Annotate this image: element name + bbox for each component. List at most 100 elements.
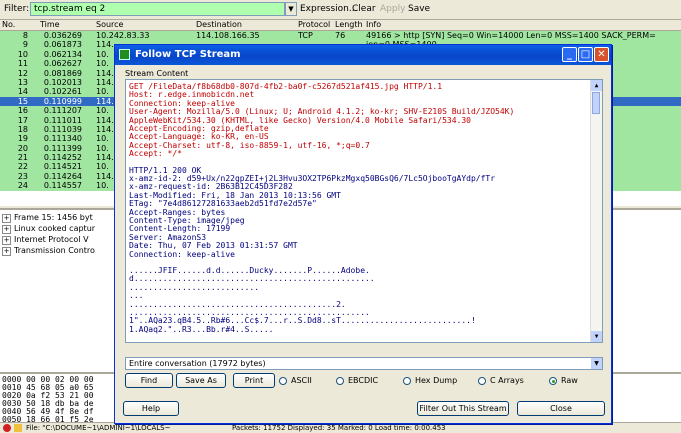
detail-row[interactable]: + Linux cooked captur: [2, 224, 95, 234]
maximize-button[interactable]: □: [578, 47, 593, 62]
packet-cell-no: 21: [17, 153, 28, 163]
packet-cell-time: 0.114521: [43, 162, 82, 172]
expert-info-icon[interactable]: [14, 424, 22, 432]
radio-hex-dump-dot[interactable]: [403, 376, 411, 385]
chevron-down-icon[interactable]: ▼: [591, 358, 602, 369]
packet-cell-time: 0.111207: [43, 106, 82, 116]
minimize-button[interactable]: _: [562, 47, 577, 62]
packet-cell-source: 10.: [96, 59, 109, 69]
save-filter-button[interactable]: Save: [408, 4, 430, 14]
packet-cell-source: 10.: [96, 87, 109, 97]
packet-cell-source: 114.: [96, 124, 114, 134]
radio-ebcdic-dot[interactable]: [336, 376, 344, 385]
col-time[interactable]: Time: [40, 20, 60, 29]
detail-row[interactable]: + Transmission Contro: [2, 246, 95, 256]
stream-line: ...........................: [129, 282, 260, 292]
radio-c-arrays-dot[interactable]: [478, 376, 486, 385]
stream-content-text[interactable]: GET /FileData/f8b68db0-807d-4fb2-ba0f-c5…: [125, 79, 603, 343]
filter-label: Filter:: [4, 4, 30, 14]
dialog-titlebar[interactable]: Follow TCP Stream _ □ ✕: [115, 45, 611, 65]
record-status-icon[interactable]: [3, 424, 11, 432]
packet-cell-no: 8: [22, 31, 28, 40]
stream-content-label: Stream Content: [125, 69, 189, 78]
packet-cell-time: 0.062134: [43, 49, 82, 59]
col-source[interactable]: Source: [96, 20, 123, 29]
col-info[interactable]: Info: [366, 20, 381, 29]
packet-cell-source: 10.: [96, 162, 109, 172]
packet-cell-time: 0.111340: [43, 134, 82, 144]
find-button[interactable]: Find: [125, 373, 173, 388]
packet-cell-source: 114.: [96, 153, 114, 163]
wireshark-icon: [119, 49, 130, 60]
col-length[interactable]: Length: [335, 20, 363, 29]
follow-tcp-stream-dialog: Follow TCP Stream _ □ ✕ Stream Content G…: [114, 44, 612, 424]
packet-cell-time: 0.111039: [43, 124, 82, 134]
stream-line: Connection: keep-alive: [129, 249, 235, 259]
stream-line: ETag: "7e4d86127281633aeb2d51fd7e2d57e": [129, 199, 317, 209]
scroll-up-icon[interactable]: ▲: [591, 80, 602, 91]
radio-raw[interactable]: Raw: [549, 375, 578, 386]
expand-icon[interactable]: +: [2, 236, 11, 245]
packet-cell-source: 10.: [96, 181, 109, 191]
packet-cell-no: 10: [17, 49, 28, 59]
packet-cell-source: 114.: [96, 77, 114, 87]
packet-cell-no: 19: [17, 134, 28, 144]
filter-out-stream-button[interactable]: Filter Out This Stream: [417, 401, 509, 416]
packet-list-header: No. Time Source Destination Protocol Len…: [0, 20, 681, 31]
scroll-thumb[interactable]: [592, 92, 600, 114]
packet-cell-source: 114.: [96, 40, 114, 50]
filter-dropdown-button[interactable]: ▼: [285, 2, 297, 16]
expand-icon[interactable]: +: [2, 247, 11, 256]
col-no[interactable]: No.: [2, 20, 15, 29]
filter-toolbar: Filter: tcp.stream eq 2 ▼ Expression... …: [0, 0, 681, 20]
packet-cell-destination: 114.108.166.35: [196, 31, 260, 40]
print-button[interactable]: Print: [233, 373, 275, 388]
packet-cell-length: 76: [335, 31, 346, 40]
expression-button[interactable]: Expression...: [300, 4, 357, 14]
detail-row[interactable]: + Internet Protocol V: [2, 235, 89, 245]
conversation-select-value: Entire conversation (17972 bytes): [129, 359, 266, 368]
vertical-scrollbar[interactable]: ▲ ▼: [590, 80, 602, 342]
apply-button[interactable]: Apply: [380, 4, 405, 14]
radio-ascii-dot[interactable]: [279, 376, 287, 385]
packet-row[interactable]: 8 0.036269 10.242.83.33 114.108.166.35 TCP 76…: [0, 31, 681, 41]
stream-line: User-Agent: Mozilla/5.0 (Linux; U; Andro…: [129, 107, 515, 117]
packet-cell-source: 114.: [96, 115, 114, 125]
radio-c-arrays[interactable]: C Arrays: [478, 375, 524, 386]
filter-input[interactable]: tcp.stream eq 2: [30, 2, 285, 16]
packet-cell-time: 0.062627: [43, 59, 82, 69]
radio-hex-dump[interactable]: Hex Dump: [403, 375, 457, 386]
radio-ascii[interactable]: ASCII: [279, 375, 312, 386]
radio-raw-dot[interactable]: [549, 376, 557, 385]
save-as-button[interactable]: Save As: [176, 373, 226, 388]
packet-cell-time: 0.036269: [43, 31, 82, 40]
packet-cell-time: 0.102013: [43, 77, 82, 87]
col-protocol[interactable]: Protocol: [298, 20, 330, 29]
stream-line: 1.AQaq2."..R3...Bb.r#4..S.....: [129, 324, 274, 334]
close-button[interactable]: Close: [517, 401, 605, 416]
close-window-button[interactable]: ✕: [594, 47, 609, 62]
conversation-select[interactable]: Entire conversation (17972 bytes) ▼: [125, 357, 603, 370]
expand-icon[interactable]: +: [2, 214, 11, 223]
scroll-down-icon[interactable]: ▼: [591, 331, 602, 342]
packet-cell-no: 18: [17, 124, 28, 134]
packet-cell-time: 0.114252: [43, 153, 82, 163]
packet-cell-protocol: TCP: [298, 31, 313, 40]
expand-icon[interactable]: +: [2, 225, 11, 234]
detail-row[interactable]: + Frame 15: 1456 byt: [2, 213, 93, 223]
col-destination[interactable]: Destination: [196, 20, 242, 29]
packet-cell-no: 9: [22, 40, 28, 50]
packet-cell-info: 49166 > http [SYN] Seq=0 Win=14000 Len=0…: [366, 31, 656, 40]
packet-cell-no: 14: [17, 87, 28, 97]
packet-cell-no: 20: [17, 143, 28, 153]
clear-button[interactable]: Clear: [352, 4, 376, 14]
packet-cell-no: 23: [17, 171, 28, 181]
stream-line: Date: Thu, 07 Feb 2013 01:31:57 GMT: [129, 241, 298, 251]
packet-cell-source: 10.: [96, 49, 109, 59]
radio-ebcdic[interactable]: EBCDIC: [336, 375, 378, 386]
packet-cell-time: 0.081869: [43, 68, 82, 78]
packet-cell-time: 0.114557: [43, 181, 82, 191]
packet-cell-source: 10.: [96, 106, 109, 116]
help-button[interactable]: Help: [123, 401, 179, 416]
packet-cell-no: 24: [17, 181, 28, 191]
